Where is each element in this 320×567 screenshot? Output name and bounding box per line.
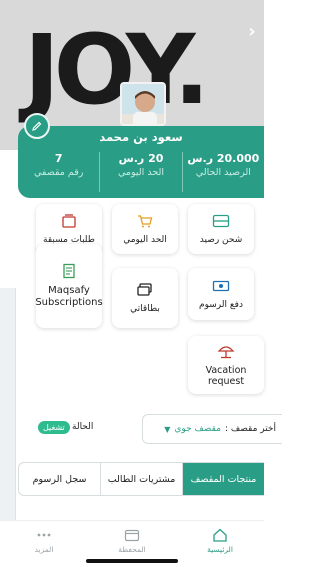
tile-label: دفع الرسوم (199, 299, 243, 310)
tile-label: Vacation request (205, 364, 247, 387)
tile-label: شحن رصيد (199, 234, 243, 245)
stat-label: رقم مقصفي (34, 167, 84, 178)
nav-more[interactable]: المزيد (0, 521, 88, 567)
daily-limit-button[interactable]: الحد اليومي (112, 204, 178, 254)
stat-canteen-number: 7 رقم مقصفي (18, 152, 101, 192)
umbrella-icon (217, 345, 235, 358)
home-indicator (86, 559, 178, 563)
banner-text: JOY. (24, 14, 210, 126)
status-badge[interactable]: تشغيل (38, 421, 70, 434)
stat-value: 7 (54, 152, 63, 165)
tab-student-purchases[interactable]: مشتريات الطالب (100, 463, 182, 495)
nav-label: المزيد (34, 545, 54, 554)
stat-daily-limit: 20 ر.س الحد اليومي (100, 152, 183, 192)
tab-canteen-products[interactable]: منتجات المقصف (182, 463, 264, 495)
wallet-icon (124, 529, 140, 542)
cards-icon (137, 282, 152, 296)
avatar[interactable] (120, 82, 166, 126)
stat-label: الرصيد الحالي (195, 167, 251, 178)
more-icon (37, 533, 51, 537)
home-icon (213, 528, 227, 542)
bag-icon (62, 213, 76, 228)
profile-stats: 20.000 ر.س الرصيد الحالي 20 ر.س الحد الي… (18, 152, 264, 192)
stat-label: الحد اليومي (118, 167, 164, 178)
pay-fees-button[interactable]: دفع الرسوم (188, 268, 254, 320)
nav-label: الرئيسية (207, 545, 233, 554)
stat-current-balance: 20.000 ر.س الرصيد الحالي (183, 152, 264, 192)
card-icon (212, 214, 230, 227)
money-icon (212, 280, 230, 291)
receipt-icon (63, 263, 75, 279)
stat-value: 20 ر.س (118, 152, 164, 165)
charge-balance-button[interactable]: شحن رصيد (188, 204, 254, 254)
tab-fees-log[interactable]: سجل الرسوم (19, 463, 100, 495)
student-name: سعود بن محمد (99, 130, 183, 144)
chevron-right-icon[interactable]: › (244, 22, 260, 42)
nav-home[interactable]: الرئيسية (176, 521, 264, 567)
canteen-filter-row: أختر مقصف : مقصف جوي ▼ الحالة تشغيل (18, 414, 282, 444)
canteen-select[interactable]: أختر مقصف : مقصف جوي ▼ (142, 414, 282, 444)
stat-value: 20.000 ر.س (187, 152, 260, 165)
maqsafy-subscriptions-button[interactable]: Maqsafy Subscriptions (35, 244, 103, 328)
nav-label: المحفظة (118, 545, 146, 554)
cart-icon (138, 214, 153, 228)
canteen-select-label: أختر مقصف : (225, 424, 276, 434)
vacation-request-button[interactable]: Vacation request (188, 336, 264, 394)
tile-label: بطاقاتي (130, 303, 160, 314)
status-label: الحالة (72, 422, 94, 432)
tab-bar: منتجات المقصف مشتريات الطالب سجل الرسوم (18, 462, 264, 496)
canteen-select-value: مقصف جوي (174, 424, 221, 434)
chevron-down-icon: ▼ (164, 424, 171, 434)
tile-label: Maqsafy Subscriptions (35, 285, 103, 308)
tile-label: الحد اليومي (123, 234, 167, 245)
my-cards-button[interactable]: بطاقاتي (112, 268, 178, 328)
